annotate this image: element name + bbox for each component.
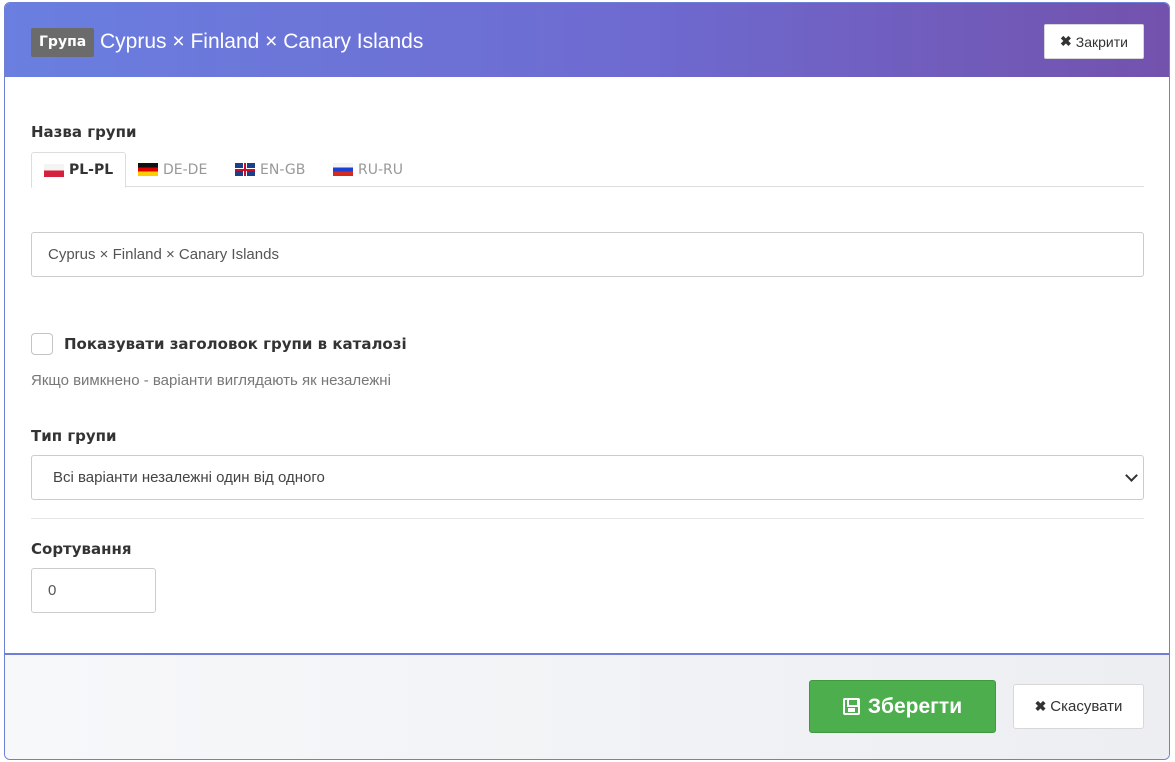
sorting-label: Сортування xyxy=(31,540,132,558)
show-header-help: Якщо вимкнено - варіанти виглядають як н… xyxy=(31,372,391,389)
close-button[interactable]: ✖ Закрити xyxy=(1044,24,1144,59)
group-name-label: Назва групи xyxy=(31,123,137,141)
show-header-label[interactable]: Показувати заголовок групи в каталозі xyxy=(64,335,407,353)
group-type-value: Всі варіанти незалежні один від одного xyxy=(53,469,325,486)
group-type-select[interactable]: Всі варіанти незалежні один від одного xyxy=(31,455,1144,500)
tab-pl-pl[interactable]: PL-PL xyxy=(31,152,127,188)
modal-footer: Зберегти ✖ Скасувати xyxy=(5,653,1169,759)
group-type-label: Тип групи xyxy=(31,427,117,445)
show-header-checkbox[interactable] xyxy=(31,333,53,355)
russia-flag-icon xyxy=(333,163,353,176)
cancel-button-label: Скасувати xyxy=(1050,698,1123,715)
language-tabs: PL-PL DE-DE EN-GB RU-RU xyxy=(31,152,1144,188)
close-icon: ✖ xyxy=(1060,33,1072,49)
group-modal: Група Cyprus × Finland × Canary Islands … xyxy=(4,2,1170,760)
tab-ru-ru[interactable]: RU-RU xyxy=(333,152,403,187)
tab-label: PL-PL xyxy=(69,162,114,178)
modal-title: Cyprus × Finland × Canary Islands xyxy=(100,30,424,53)
save-button[interactable]: Зберегти xyxy=(809,680,996,733)
divider xyxy=(31,518,1144,519)
close-button-label: Закрити xyxy=(1075,33,1128,50)
uk-flag-icon xyxy=(235,163,255,176)
chevron-down-icon xyxy=(1125,468,1138,482)
group-name-input[interactable]: Cyprus × Finland × Canary Islands xyxy=(31,232,1144,277)
tab-label: RU-RU xyxy=(358,161,404,178)
cancel-button[interactable]: ✖ Скасувати xyxy=(1013,684,1144,729)
save-button-label: Зберегти xyxy=(867,694,963,718)
tab-de-de[interactable]: DE-DE xyxy=(138,152,207,187)
group-name-value: Cyprus × Finland × Canary Islands xyxy=(48,246,279,263)
sorting-value: 0 xyxy=(48,582,57,599)
tab-label: DE-DE xyxy=(163,161,208,178)
sorting-input[interactable]: 0 xyxy=(31,568,156,613)
group-badge: Група xyxy=(31,28,95,57)
germany-flag-icon xyxy=(138,163,158,176)
tab-en-gb[interactable]: EN-GB xyxy=(235,152,305,187)
floppy-disk-icon xyxy=(842,698,860,715)
close-icon: ✖ xyxy=(1034,698,1047,714)
modal-header: Група Cyprus × Finland × Canary Islands … xyxy=(5,3,1169,77)
poland-flag-icon xyxy=(44,163,64,177)
tab-label: EN-GB xyxy=(260,161,306,178)
show-header-row: Показувати заголовок групи в каталозі xyxy=(31,333,407,355)
